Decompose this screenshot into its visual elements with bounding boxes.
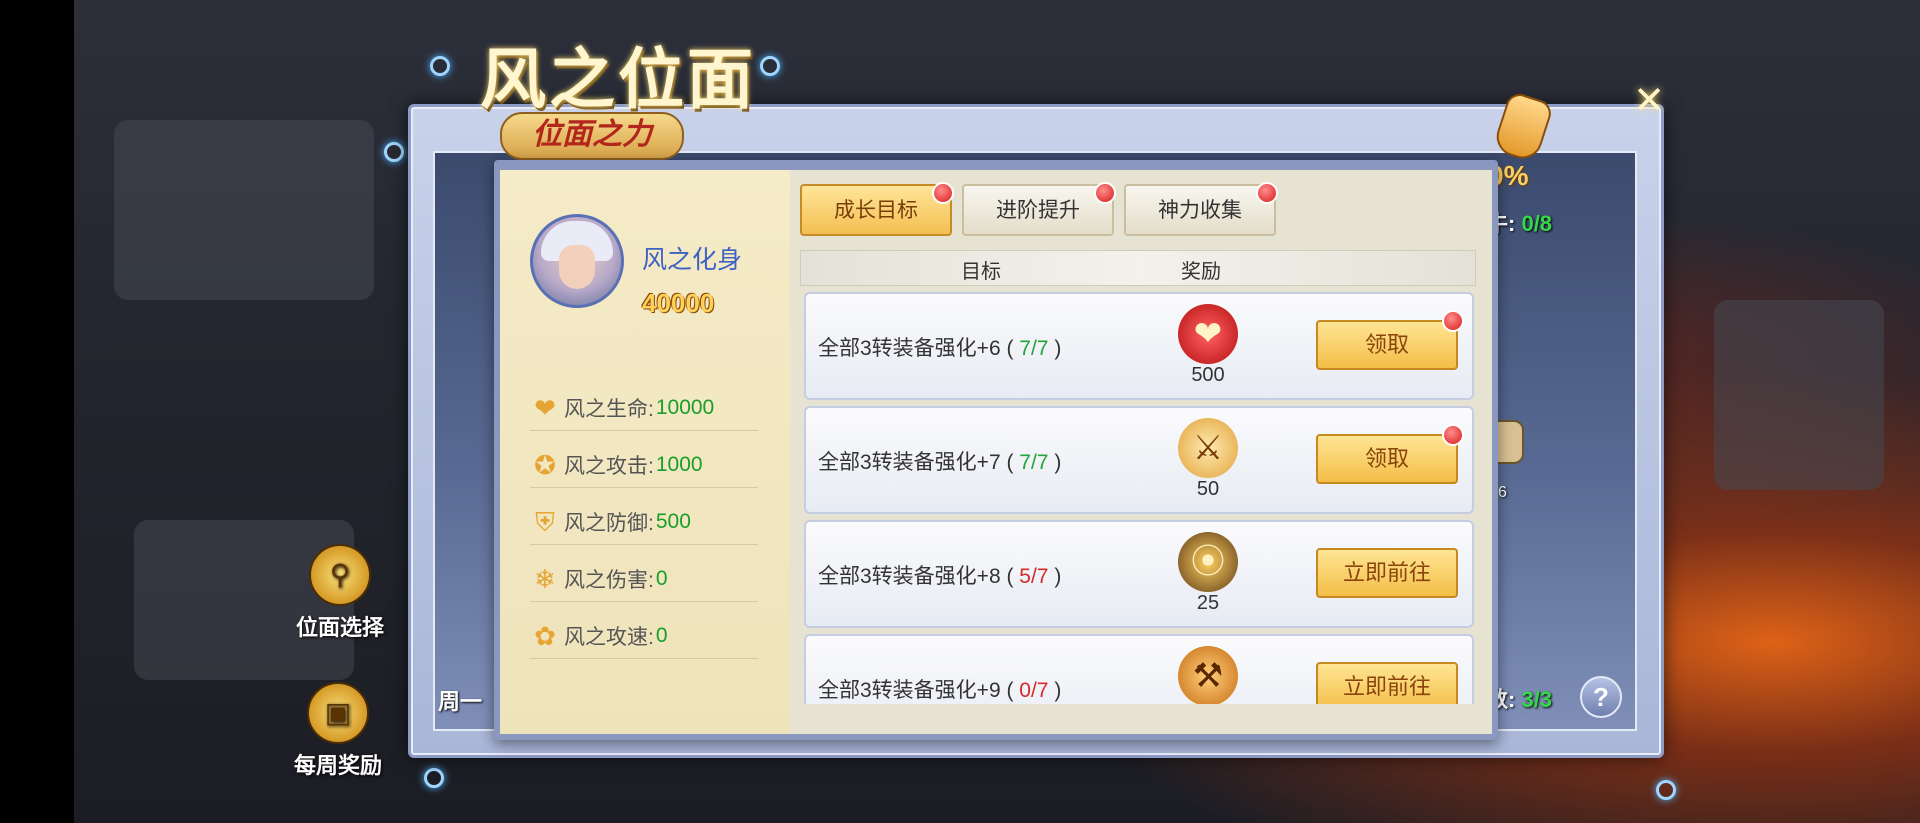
tab-advance[interactable]: 进阶提升 [962, 184, 1114, 236]
stat-value: 0 [655, 567, 668, 590]
task-row: 全部3转装备强化+9 ( 0/7 ) ⚒ 立即前往 [804, 634, 1474, 704]
stat-value: 10000 [655, 396, 715, 419]
reward-count: 500 [1191, 364, 1225, 386]
flame-icon: ❄ [534, 564, 556, 594]
stat-row-speed: ✿ 风之攻速: 0 [530, 614, 758, 659]
claim-button[interactable]: 领取 [1316, 320, 1458, 370]
constellation-star-icon [760, 56, 780, 76]
header-target: 目标 [961, 261, 1001, 283]
background-rock [1714, 300, 1884, 490]
section-banner: 位面之力 [500, 112, 684, 160]
avatar [530, 214, 624, 308]
task-goal: 全部3转装备强化+9 ( 0/7 ) [818, 679, 1062, 702]
notification-dot [932, 182, 954, 204]
amulet-icon[interactable]: ⦿ [1178, 532, 1238, 592]
task-goal: 全部3转装备强化+8 ( 5/7 ) [818, 565, 1062, 588]
avatar-power: 40000 [642, 288, 715, 318]
weekly-reward-button[interactable]: ▣ 每周奖励 [294, 682, 382, 780]
stat-value: 500 [655, 510, 691, 533]
notification-dot [1256, 182, 1278, 204]
stat-row-defense: ⛨ 风之防御: 500 [530, 500, 758, 545]
task-progress: 7/7 [1019, 337, 1049, 360]
stat-row-life: ❤ 风之生命: 10000 [530, 386, 758, 431]
stat-value: 1000 [655, 453, 703, 476]
left-black-bar [0, 0, 74, 823]
go-now-button[interactable]: 立即前往 [1316, 662, 1458, 704]
wind-power-dialog: 风之化身 40000 ❤ 风之生命: 10000 ✪ 风之攻击: 1000 ⛨ … [494, 160, 1498, 740]
task-goal: 全部3转装备强化+7 ( 7/7 ) [818, 451, 1062, 474]
window-title: 风之位面 [480, 44, 756, 117]
header-reward: 奖励 [1181, 261, 1221, 283]
task-goal-text: 全部3转装备强化+6 [818, 337, 1001, 360]
claim-button[interactable]: 领取 [1316, 434, 1458, 484]
shield-icon: ⛨ [535, 507, 555, 537]
task-row: 全部3转装备强化+8 ( 5/7 ) ⦿ 25 立即前往 [804, 520, 1474, 628]
constellation-star-icon [1656, 780, 1676, 800]
stat-label: 风之攻击: [564, 455, 654, 478]
condition-value: 0/8 [1521, 211, 1553, 236]
task-row: 全部3转装备强化+6 ( 7/7 ) ❤ 500 领取 [804, 292, 1474, 400]
stat-row-damage: ❄ 风之伤害: 0 [530, 557, 758, 602]
stat-value: 0 [655, 624, 668, 647]
count-value: 3/3 [1521, 687, 1553, 712]
tab-label: 进阶提升 [996, 198, 1080, 222]
task-progress: 5/7 [1019, 565, 1049, 588]
close-icon[interactable]: ✕ [1632, 82, 1666, 120]
go-now-button[interactable]: 立即前往 [1316, 548, 1458, 598]
stat-label: 风之生命: [564, 398, 654, 421]
heart-gem-icon[interactable]: ❤ [1178, 304, 1238, 364]
task-goal-text: 全部3转装备强化+9 [818, 679, 1001, 702]
stat-label: 风之伤害: [564, 569, 654, 592]
constellation-star-icon [424, 768, 444, 788]
reward-count: 25 [1196, 592, 1220, 614]
tab-label: 神力收集 [1158, 198, 1242, 222]
notification-dot [1094, 182, 1116, 204]
constellation-star-icon [384, 142, 404, 162]
sword-icon: ✪ [534, 450, 556, 480]
avatar-info-pane: 风之化身 40000 ❤ 风之生命: 10000 ✪ 风之攻击: 1000 ⛨ … [500, 170, 790, 734]
tab-label: 成长目标 [834, 198, 918, 222]
weekday-partial: 周一 [438, 689, 483, 714]
list-header: 目标 奖励 [800, 250, 1476, 286]
tab-growth-goal[interactable]: 成长目标 [800, 184, 952, 236]
treasure-chest-icon: ▣ [307, 682, 369, 744]
background-rock [114, 120, 374, 300]
help-button[interactable]: ? [1580, 676, 1622, 718]
task-goal-text: 全部3转装备强化+7 [818, 451, 1001, 474]
stat-label: 风之防御: [564, 512, 654, 535]
magnifier-icon: ⚲ [309, 544, 371, 606]
tab-divine-collection[interactable]: 神力收集 [1124, 184, 1276, 236]
task-row: 全部3转装备强化+7 ( 7/7 ) ⚔ 50 领取 [804, 406, 1474, 514]
task-list[interactable]: 全部3转装备强化+6 ( 7/7 ) ❤ 500 领取 全部3转装备强化+7 (… [800, 292, 1484, 704]
weekly-reward-label: 每周奖励 [294, 753, 383, 778]
stat-row-attack: ✪ 风之攻击: 1000 [530, 443, 758, 488]
notification-dot [1442, 310, 1464, 332]
task-progress: 7/7 [1019, 451, 1049, 474]
heart-icon: ❤ [534, 393, 556, 423]
node-number: 6 [1498, 484, 1507, 501]
plane-select-label: 位面选择 [296, 615, 385, 640]
sword-scroll-icon[interactable]: ⚔ [1178, 418, 1238, 478]
swirl-icon: ✿ [534, 621, 556, 651]
plane-select-button[interactable]: ⚲ 位面选择 [296, 544, 384, 642]
task-progress: 0/7 [1019, 679, 1049, 702]
task-goal: 全部3转装备强化+6 ( 7/7 ) [818, 337, 1062, 360]
constellation-star-icon [430, 56, 450, 76]
avatar-name: 风之化身 [642, 246, 743, 274]
reward-count: 50 [1196, 478, 1220, 500]
notification-dot [1442, 424, 1464, 446]
task-goal-text: 全部3转装备强化+8 [818, 565, 1001, 588]
golden-weapon-icon[interactable]: ⚒ [1178, 646, 1238, 704]
avatar-face [559, 245, 595, 289]
stat-label: 风之攻速: [564, 626, 654, 649]
